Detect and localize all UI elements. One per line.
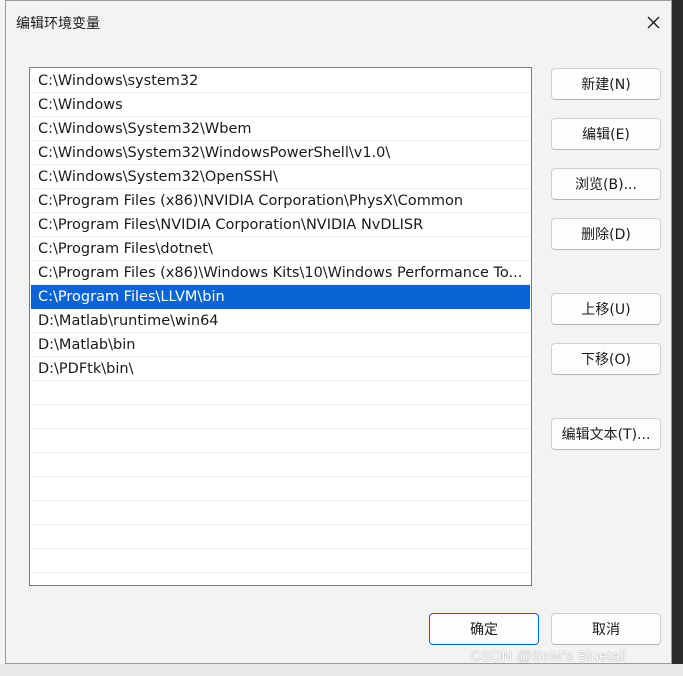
path-list-rows: C:\Windows\system32 C:\Windows C:\Windows\…	[30, 69, 531, 573]
path-list-item[interactable]: D:\Matlab\bin	[31, 333, 530, 357]
path-list-item[interactable]: C:\Program Files\LLVM\bin	[31, 285, 530, 309]
path-list-empty-row	[31, 381, 530, 405]
path-list-item[interactable]: C:\Program Files\NVIDIA Corporation\NVID…	[31, 213, 530, 237]
path-list-item[interactable]: C:\Windows\System32\Wbem	[31, 117, 530, 141]
path-list-item[interactable]: D:\Matlab\runtime\win64	[31, 309, 530, 333]
title-bar: 编辑环境变量	[6, 1, 671, 41]
background-window-bottom	[0, 664, 683, 676]
path-list-item[interactable]: C:\Program Files (x86)\Windows Kits\10\W…	[31, 261, 530, 285]
browse-button[interactable]: 浏览(B)...	[551, 168, 661, 200]
watermark: CSDN @SoM's Bluetail	[470, 648, 627, 665]
edit-env-variable-dialog: 编辑环境变量 C:\Windows\system32 C:\Windows C:\W…	[5, 0, 672, 664]
path-list-item[interactable]: C:\Windows	[31, 93, 530, 117]
close-button[interactable]	[639, 9, 667, 35]
path-list-empty-row	[31, 549, 530, 573]
path-list-empty-row	[31, 501, 530, 525]
path-list-item[interactable]: C:\Windows\System32\OpenSSH\	[31, 165, 530, 189]
dialog-title: 编辑环境变量	[16, 16, 100, 32]
move-up-button[interactable]: 上移(U)	[551, 293, 661, 325]
path-list-empty-row	[31, 525, 530, 549]
path-list[interactable]: C:\Windows\system32 C:\Windows C:\Windows\…	[29, 67, 532, 586]
ok-button[interactable]: 确定	[429, 613, 539, 645]
path-list-empty-row	[31, 429, 530, 453]
path-list-empty-row	[31, 477, 530, 501]
path-list-item[interactable]: C:\Windows\system32	[31, 69, 530, 93]
move-down-button[interactable]: 下移(O)	[551, 343, 661, 375]
path-list-item[interactable]: C:\Program Files (x86)\NVIDIA Corporatio…	[31, 189, 530, 213]
edit-text-button[interactable]: 编辑文本(T)...	[551, 418, 661, 450]
path-list-item[interactable]: D:\PDFtk\bin\	[31, 357, 530, 381]
close-icon	[647, 16, 659, 28]
edit-button[interactable]: 编辑(E)	[551, 118, 661, 150]
background-window-right	[672, 0, 683, 676]
path-list-item[interactable]: C:\Program Files\dotnet\	[31, 237, 530, 261]
new-button[interactable]: 新建(N)	[551, 68, 661, 100]
path-list-item[interactable]: C:\Windows\System32\WindowsPowerShell\v1…	[31, 141, 530, 165]
path-list-empty-row	[31, 405, 530, 429]
path-list-empty-row	[31, 453, 530, 477]
cancel-button[interactable]: 取消	[551, 613, 661, 645]
delete-button[interactable]: 删除(D)	[551, 218, 661, 250]
